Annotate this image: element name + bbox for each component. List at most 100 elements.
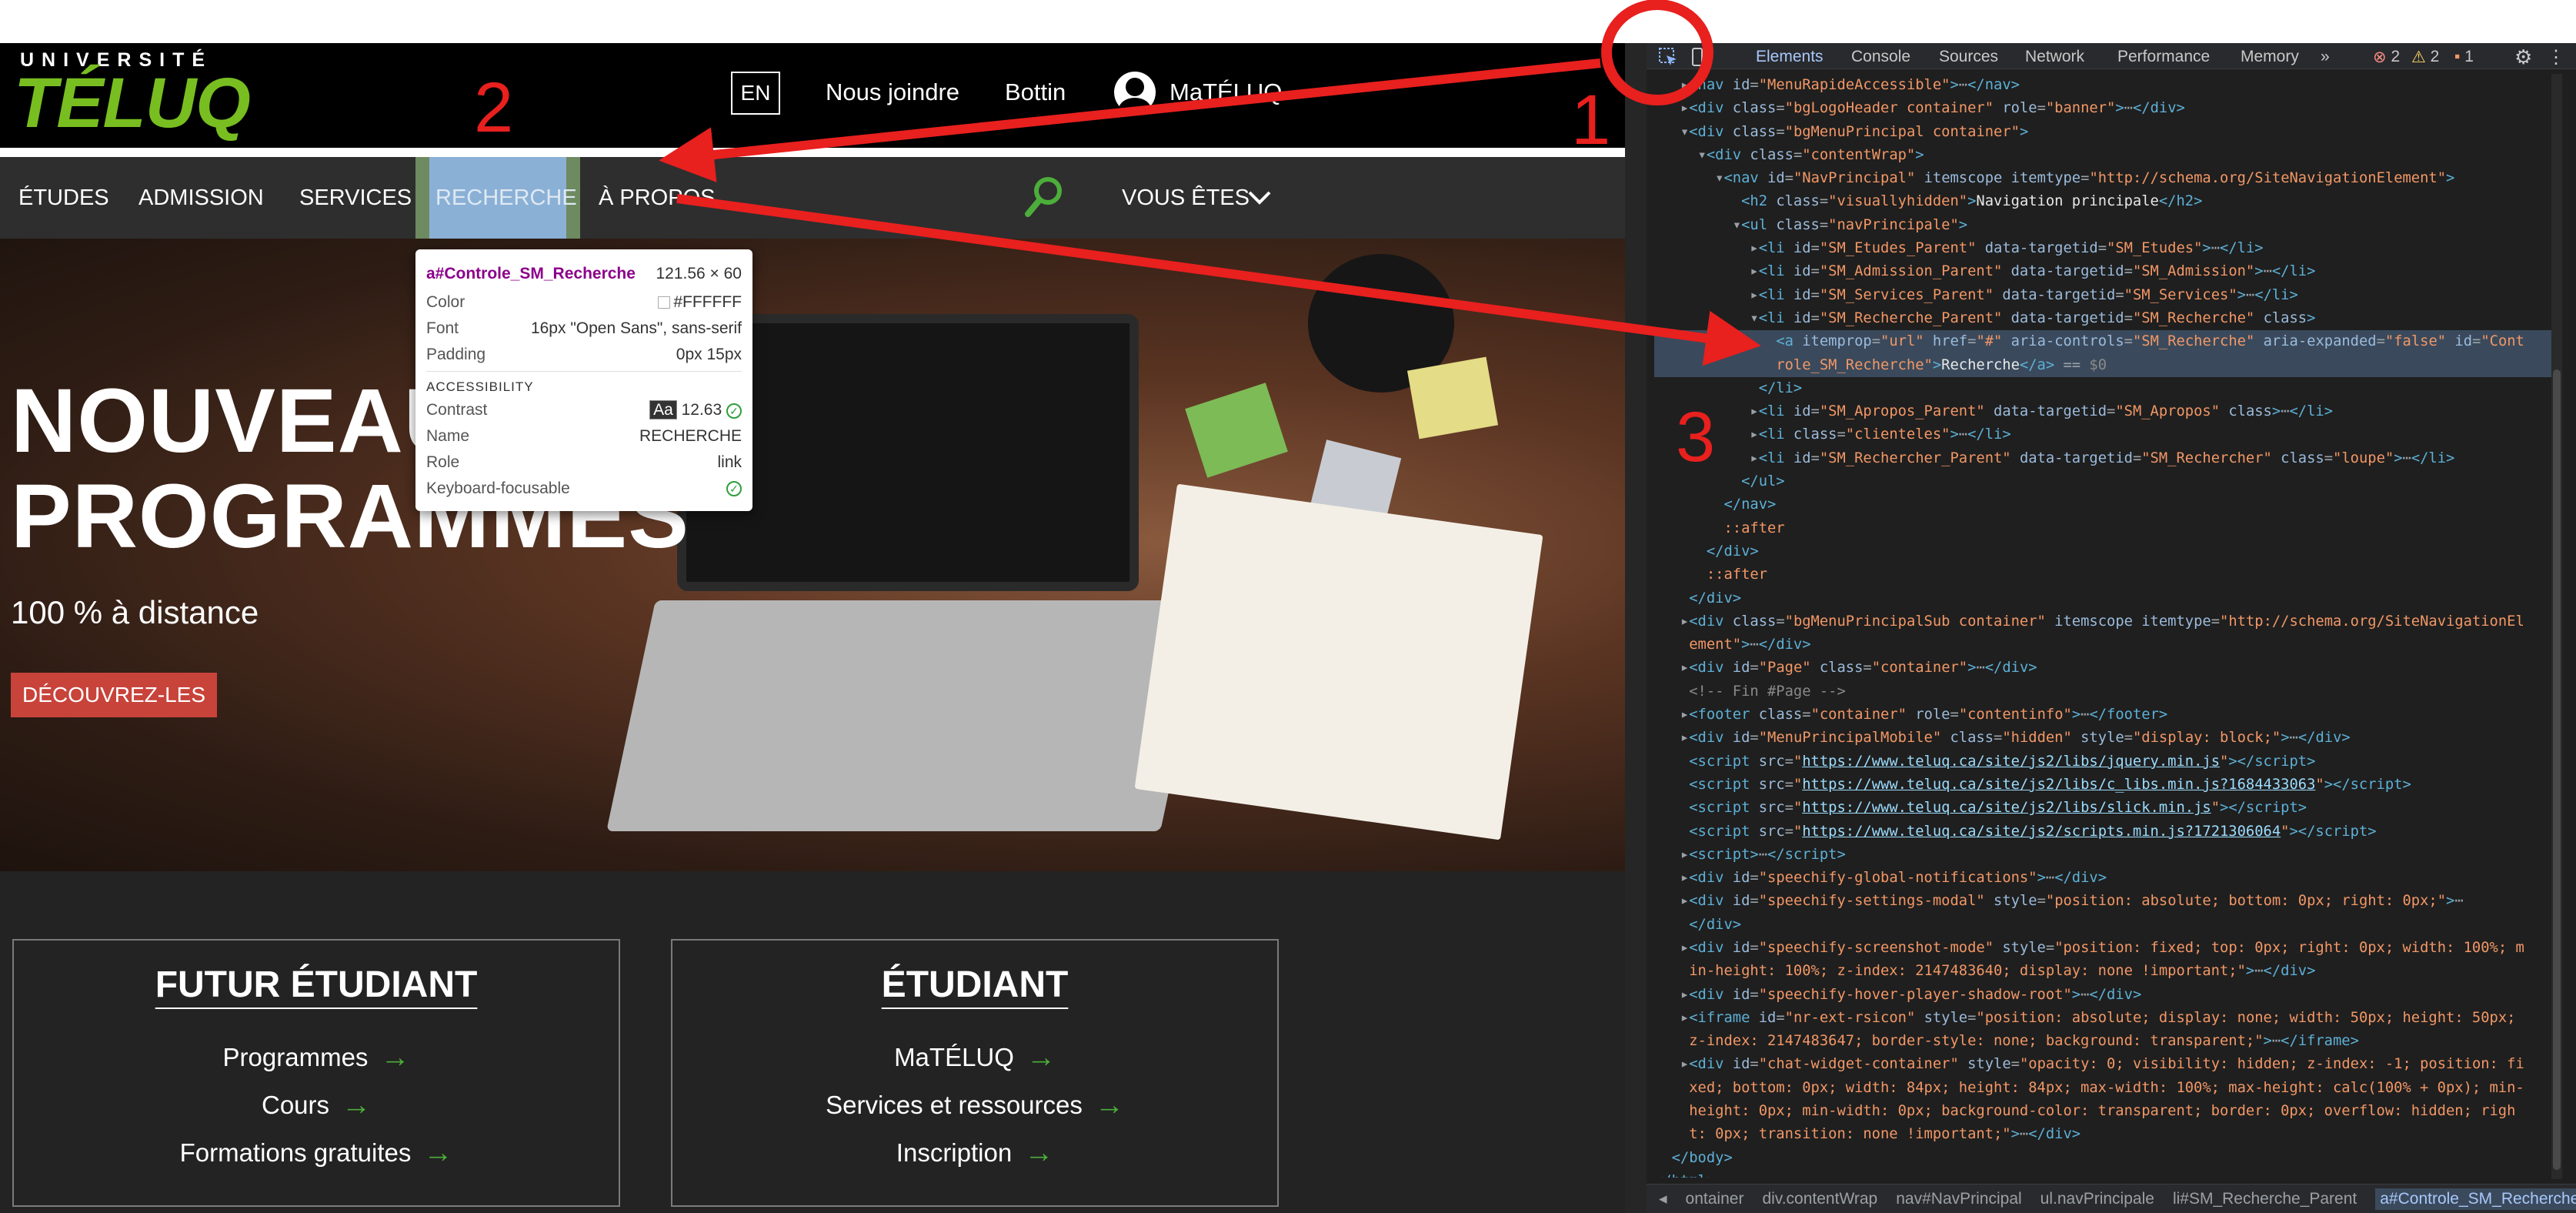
dom-line[interactable]: ::after <box>1654 563 2562 586</box>
tab-memory[interactable]: Memory <box>2241 46 2299 68</box>
search-icon[interactable] <box>1022 174 1065 220</box>
dom-line[interactable]: ▸<div class="bgMenuPrincipalSub containe… <box>1654 610 2562 633</box>
nav-vous-etes[interactable]: VOUS ÊTES <box>1122 157 1250 239</box>
dom-line[interactable]: <h2 class="visuallyhidden">Navigation pr… <box>1654 190 2562 213</box>
tab-performance[interactable]: Performance <box>2117 46 2210 68</box>
dom-line[interactable]: ▸<div id="speechify-settings-modal" styl… <box>1654 890 2562 913</box>
devtools-scrollbar-thumb[interactable] <box>2553 369 2561 1170</box>
tab-more[interactable]: » <box>2321 46 2330 68</box>
card-link-label: Inscription <box>896 1138 1013 1167</box>
nav-etudes[interactable]: ÉTUDES <box>18 157 109 239</box>
language-button[interactable]: EN <box>731 72 780 115</box>
card-link-cours[interactable]: Cours → <box>14 1081 619 1129</box>
dom-tree[interactable]: ▸<nav id="MenuRapideAccessible">⋯</nav> … <box>1654 74 2562 1178</box>
dom-line[interactable]: ▸<footer class="container" role="content… <box>1654 703 2562 727</box>
inspect-element-icon[interactable] <box>1657 46 1679 68</box>
dom-line[interactable]: ▸<li id="SM_Etudes_Parent" data-targetid… <box>1654 237 2562 260</box>
dom-line[interactable]: ▸<li id="SM_Services_Parent" data-target… <box>1654 284 2562 307</box>
breadcrumb-item[interactable]: ontainer <box>1686 1190 1744 1208</box>
tab-elements[interactable]: Elements <box>1756 46 1824 68</box>
dom-line[interactable]: ▸<li id="SM_Rechercher_Parent" data-targ… <box>1654 447 2562 470</box>
dom-line[interactable]: t: 0px; transition: none !important;">⋯<… <box>1654 1123 2562 1146</box>
warning-count[interactable]: ⚠ 2 <box>2411 46 2439 68</box>
dom-line[interactable]: ▸<div class="bgLogoHeader container" rol… <box>1654 97 2562 120</box>
card-link-programmes[interactable]: Programmes → <box>14 1034 619 1081</box>
dom-line[interactable]: </div> <box>1654 587 2562 610</box>
dom-line[interactable]: ::after <box>1654 517 2562 540</box>
dom-line[interactable]: xed; bottom: 0px; width: 84px; height: 8… <box>1654 1077 2562 1100</box>
student-card: ÉTUDIANT MaTÉLUQ → Services et ressources… <box>671 939 1279 1207</box>
dom-line[interactable]: height: 0px; min-width: 0px; background-… <box>1654 1100 2562 1123</box>
dom-line-selected[interactable]: <a itemprop="url" href="#" aria-controls… <box>1654 330 2562 354</box>
dom-line[interactable]: z-index: 2147483647; border-style: none;… <box>1654 1030 2562 1053</box>
breadcrumb-item[interactable]: li#SM_Recherche_Parent <box>2173 1190 2357 1208</box>
tooltip-value: 12.63 <box>681 401 722 419</box>
dom-line[interactable]: <script src="https://www.teluq.ca/site/j… <box>1654 820 2562 844</box>
discover-button[interactable]: DÉCOUVREZ-LES <box>11 673 217 717</box>
dom-line-selected[interactable]: role_SM_Recherche">Recherche</a> == $0 <box>1654 353 2562 377</box>
dom-line[interactable]: ▾<div class="contentWrap"> <box>1654 144 2562 167</box>
dom-line[interactable]: <!-- Fin #Page --> <box>1654 680 2562 703</box>
dom-line[interactable]: ▸<div id="speechify-screenshot-mode" sty… <box>1654 937 2562 960</box>
header-divider <box>0 148 1625 157</box>
error-count-value: 2 <box>2391 48 2401 65</box>
nav-admission[interactable]: ADMISSION <box>138 157 264 239</box>
annotation-number: 3 <box>1676 398 1716 476</box>
dom-line[interactable]: </div> <box>1654 914 2562 937</box>
dom-line[interactable]: ▾<div class="bgMenuPrincipal container"> <box>1654 121 2562 144</box>
tab-network[interactable]: Network <box>2025 46 2084 68</box>
card-link-formations[interactable]: Formations gratuites → <box>14 1129 619 1177</box>
dom-line[interactable]: </ul> <box>1654 470 2562 493</box>
directory-link[interactable]: Bottin <box>1005 79 1066 106</box>
dom-line[interactable]: ▸<iframe id="nr-ext-rsicon" style="posit… <box>1654 1007 2562 1030</box>
dom-line[interactable]: </div> <box>1654 540 2562 563</box>
dom-line[interactable]: ▸<div id="chat-widget-container" style="… <box>1654 1053 2562 1076</box>
user-icon[interactable] <box>1114 72 1156 113</box>
contact-link[interactable]: Nous joindre <box>826 79 959 106</box>
dom-line[interactable]: ▾<li id="SM_Recherche_Parent" data-targe… <box>1654 307 2562 330</box>
tab-sources[interactable]: Sources <box>1939 46 1998 68</box>
nav-recherche[interactable]: RECHERCHE <box>435 157 577 239</box>
breadcrumb-item[interactable]: ul.navPrincipale <box>2040 1190 2154 1208</box>
dom-line[interactable]: </body> <box>1654 1147 2562 1170</box>
nav-apropos[interactable]: À PROPOS <box>599 157 716 239</box>
dom-line[interactable]: </html> <box>1654 1170 2562 1178</box>
dom-line[interactable]: </nav> <box>1654 493 2562 516</box>
mateluq-link[interactable]: MaTÉLUQ <box>1170 79 1282 106</box>
dom-line[interactable]: ▾<nav id="NavPrincipal" itemscope itemty… <box>1654 167 2562 190</box>
dom-line[interactable]: ▸<script>⋯</script> <box>1654 844 2562 867</box>
gear-icon[interactable]: ⚙ <box>2514 45 2532 69</box>
dom-line[interactable]: </li> <box>1654 377 2562 400</box>
breadcrumb-scroll-left[interactable]: ◂ <box>1659 1189 1667 1208</box>
card-link-mateluq[interactable]: MaTÉLUQ → <box>672 1034 1277 1081</box>
card-link-services[interactable]: Services et ressources → <box>672 1081 1277 1129</box>
dom-line[interactable]: ▸<div id="speechify-global-notifications… <box>1654 867 2562 890</box>
device-toolbar-icon[interactable] <box>1690 46 1705 68</box>
breadcrumb-item-selected[interactable]: a#Controle_SM_Recherche <box>2375 1188 2576 1210</box>
dom-line[interactable]: ▸<div id="MenuPrincipalMobile" class="hi… <box>1654 727 2562 750</box>
dom-line[interactable]: ▸<nav id="MenuRapideAccessible">⋯</nav> <box>1654 74 2562 97</box>
error-count[interactable]: ⊗ 2 <box>2373 46 2400 68</box>
tooltip-section-title: ACCESSIBILITY <box>426 371 742 397</box>
card-link-inscription[interactable]: Inscription → <box>672 1129 1277 1177</box>
dom-line[interactable]: <script src="https://www.teluq.ca/site/j… <box>1654 750 2562 774</box>
breadcrumb-item[interactable]: div.contentWrap <box>1762 1190 1877 1208</box>
dom-line[interactable]: ▸<li id="SM_Admission_Parent" data-targe… <box>1654 260 2562 283</box>
dom-line[interactable]: ▾<ul class="navPrincipale"> <box>1654 214 2562 237</box>
tab-console[interactable]: Console <box>1851 46 1910 68</box>
warning-count-value: 2 <box>2430 48 2440 65</box>
logo-teluq[interactable]: TÉLUQ <box>14 68 251 139</box>
kebab-menu-icon[interactable]: ⋮ <box>2547 46 2565 68</box>
dom-line[interactable]: <script src="https://www.teluq.ca/site/j… <box>1654 797 2562 820</box>
dom-line[interactable]: ▸<li id="SM_Apropos_Parent" data-targeti… <box>1654 400 2562 423</box>
dom-line[interactable]: <script src="https://www.teluq.ca/site/j… <box>1654 774 2562 797</box>
dom-line[interactable]: ▸<div id="speechify-hover-player-shadow-… <box>1654 984 2562 1007</box>
dom-line[interactable]: ▸<div id="Page" class="container">⋯</div… <box>1654 657 2562 680</box>
dom-line[interactable]: in-height: 100%; z-index: 2147483640; di… <box>1654 960 2562 983</box>
dom-line[interactable]: ▸<li class="clienteles">⋯</li> <box>1654 423 2562 446</box>
nav-services[interactable]: SERVICES <box>299 157 412 239</box>
breadcrumb-item[interactable]: nav#NavPrincipal <box>1896 1190 2021 1208</box>
issues-count[interactable]: ▪ 1 <box>2454 46 2474 68</box>
dom-line[interactable]: ement">⋯</div> <box>1654 633 2562 657</box>
arrow-right-icon: → <box>380 1041 410 1074</box>
